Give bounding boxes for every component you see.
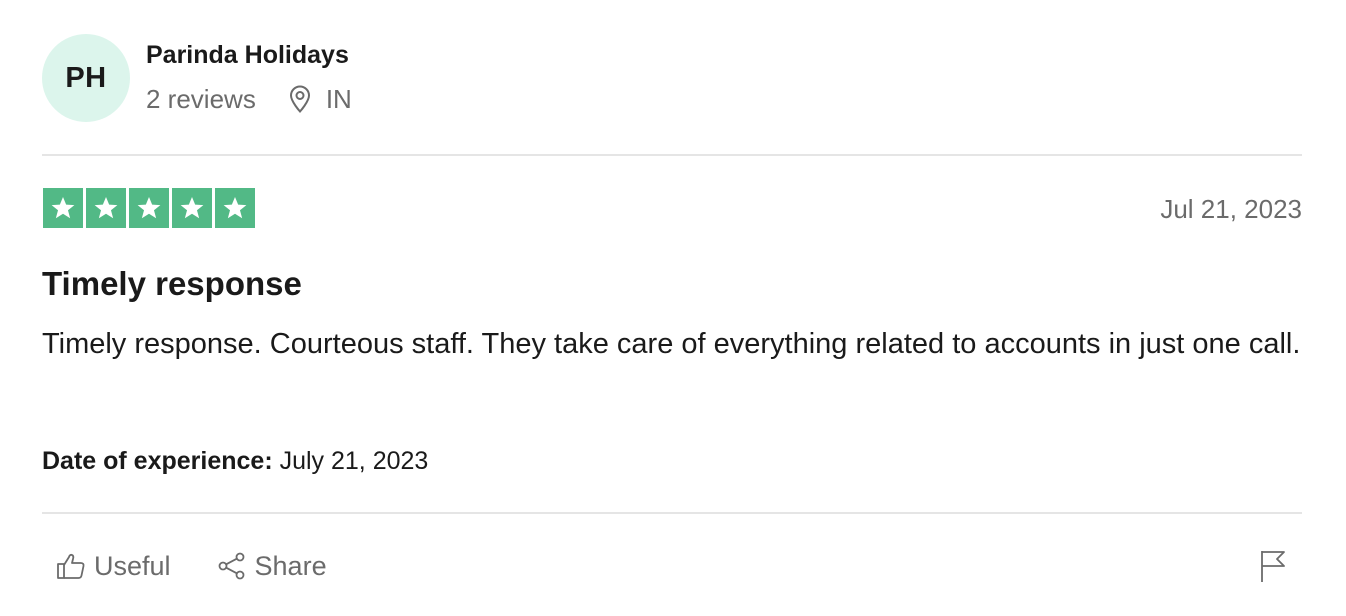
avatar[interactable]: PH: [42, 34, 130, 122]
star-icon: [43, 188, 83, 228]
map-pin-icon: [289, 85, 310, 113]
date-of-experience: Date of experience: July 21, 2023: [42, 446, 428, 476]
star-icon: [215, 188, 255, 228]
consumer-location: IN: [288, 84, 352, 114]
share-icon: [218, 552, 244, 580]
consumer-info: Parinda Holidays 2 reviews IN: [146, 34, 352, 114]
thumbs-up-icon: [57, 553, 85, 579]
review-date: Jul 21, 2023: [1160, 194, 1302, 224]
review-actions: Useful Share: [56, 548, 373, 584]
share-label: Share: [254, 551, 327, 581]
star-icon: [86, 188, 126, 228]
experience-label: Date of experience:: [42, 447, 273, 475]
star-icon: [129, 188, 169, 228]
share-button[interactable]: Share: [217, 548, 327, 584]
star-rating: [43, 188, 258, 228]
divider: [42, 154, 1302, 156]
review-title[interactable]: Timely response: [42, 264, 302, 304]
consumer-meta: 2 reviews IN: [146, 84, 352, 114]
country-code: IN: [325, 84, 352, 114]
useful-button[interactable]: Useful: [56, 548, 171, 584]
divider: [42, 512, 1302, 514]
experience-date: July 21, 2023: [279, 447, 429, 475]
consumer-name[interactable]: Parinda Holidays: [146, 40, 352, 70]
useful-label: Useful: [94, 551, 171, 581]
review-text: Timely response. Courteous staff. They t…: [42, 328, 1301, 360]
review-card: PH Parinda Holidays 2 reviews IN Jul 21,…: [42, 0, 1302, 616]
flag-icon: [1261, 551, 1285, 582]
star-icon: [172, 188, 212, 228]
report-button[interactable]: [1258, 548, 1288, 584]
consumer-header: PH Parinda Holidays 2 reviews IN: [42, 34, 352, 124]
reviews-count: 2 reviews: [146, 84, 256, 114]
